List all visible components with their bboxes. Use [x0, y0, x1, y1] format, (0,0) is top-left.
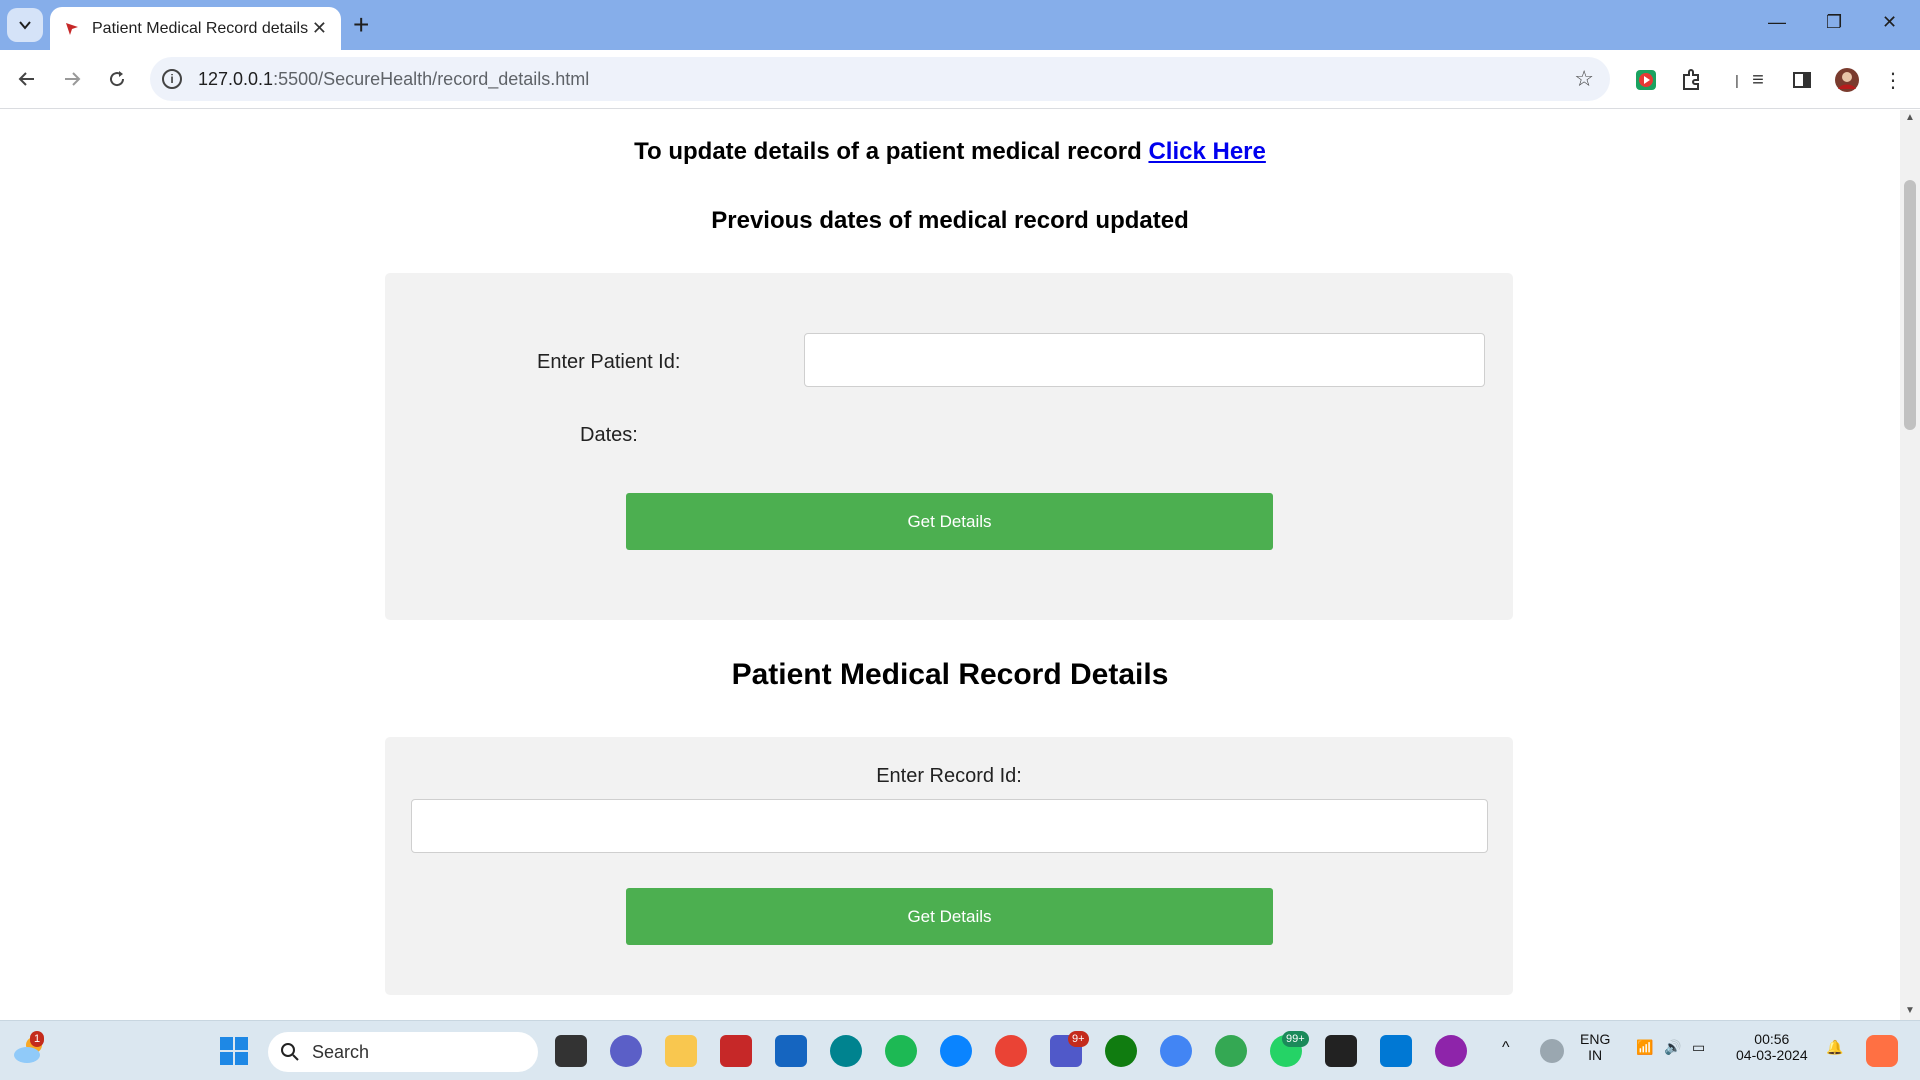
page-viewport: To update details of a patient medical r… — [0, 110, 1900, 1020]
browser-toolbar: i 127.0.0.1:5500/SecureHealth/record_det… — [0, 50, 1920, 109]
update-text: To update details of a patient medical r… — [634, 138, 1142, 165]
whatsapp-badge: 99+ — [1282, 1031, 1309, 1047]
close-tab-icon[interactable]: ✕ — [312, 18, 327, 39]
search-icon — [281, 1043, 299, 1061]
dates-label: Dates: — [580, 424, 638, 446]
record-id-input[interactable] — [411, 799, 1488, 853]
start-windows-icon[interactable] — [218, 1035, 250, 1067]
record-details-form: Enter Record Id: Get Details — [385, 737, 1513, 995]
windows-taskbar: 1 Search 9+ 99+ ^ ENG IN 📶 🔊 ▭ 00:56 04-… — [0, 1020, 1920, 1080]
record-details-heading: Patient Medical Record Details — [731, 658, 1169, 691]
patient-dates-form: Enter Patient Id: Dates: Get Details — [385, 273, 1513, 620]
show-hidden-icons[interactable]: ^ — [1502, 1039, 1510, 1057]
get-record-details-button[interactable]: Get Details — [626, 888, 1273, 945]
language-indicator[interactable]: ENG IN — [1580, 1031, 1610, 1063]
file-explorer-icon[interactable] — [665, 1035, 697, 1067]
favicon-icon — [66, 22, 78, 35]
tab-title: Patient Medical Record details — [92, 19, 309, 37]
close-window-icon[interactable]: ✕ — [1882, 12, 1897, 33]
vscode-icon[interactable] — [1380, 1035, 1412, 1067]
previous-dates-heading: Previous dates of medical record updated — [711, 207, 1189, 234]
new-tab-button[interactable]: + — [353, 10, 369, 40]
taskbar-search[interactable]: Search — [268, 1032, 538, 1072]
back-arrow-icon — [18, 72, 34, 86]
browser-tab-bar: Patient Medical Record details ✕ + — ❐ ✕ — [0, 0, 1920, 50]
github-icon[interactable] — [1435, 1035, 1467, 1067]
reload-icon — [110, 71, 125, 87]
chevron-down-icon — [19, 21, 31, 30]
task-view-icon[interactable] — [555, 1035, 587, 1067]
xbox-icon[interactable] — [1105, 1035, 1137, 1067]
scroll-down-icon[interactable]: ▼ — [1905, 1005, 1915, 1016]
scroll-thumb[interactable] — [1904, 180, 1916, 430]
patient-id-label: Enter Patient Id: — [537, 351, 681, 373]
forward-arrow-icon — [65, 72, 81, 86]
active-tab[interactable]: Patient Medical Record details ✕ — [50, 7, 341, 50]
page-scrollbar[interactable]: ▲ ▼ — [1900, 110, 1920, 1020]
update-record-line: To update details of a patient medical r… — [0, 138, 1900, 166]
tab-search-button[interactable] — [7, 8, 43, 42]
restore-icon[interactable]: ❐ — [1826, 12, 1842, 33]
chrome-icon[interactable] — [995, 1035, 1027, 1067]
profile-avatar[interactable] — [1834, 67, 1860, 93]
teams-badge: 9+ — [1068, 1031, 1089, 1047]
extensions-puzzle-icon[interactable] — [1678, 67, 1704, 93]
reload-button[interactable] — [102, 64, 132, 94]
minimize-icon[interactable]: — — [1768, 12, 1786, 33]
extension-record-icon[interactable] — [1633, 67, 1659, 93]
bookmark-star-icon[interactable]: ☆ — [1574, 66, 1594, 92]
get-dates-button[interactable]: Get Details — [626, 493, 1273, 550]
store-icon[interactable] — [775, 1035, 807, 1067]
url-text[interactable]: 127.0.0.1:5500/SecureHealth/record_detai… — [198, 69, 1574, 90]
search-label: Search — [312, 1041, 370, 1062]
notification-bell-icon[interactable]: 🔔 — [1826, 1039, 1843, 1056]
media-control-icon[interactable]: ≡ — [1745, 67, 1771, 93]
weather-badge: 1 — [30, 1031, 45, 1047]
scroll-up-icon[interactable]: ▲ — [1905, 112, 1915, 123]
back-button[interactable] — [12, 64, 42, 94]
wifi-icon[interactable]: 📶 — [1636, 1039, 1653, 1056]
spotify-icon[interactable] — [885, 1035, 917, 1067]
forward-button[interactable] — [57, 64, 87, 94]
copilot-icon[interactable] — [1866, 1035, 1898, 1067]
chat-icon[interactable] — [610, 1035, 642, 1067]
menu-kebab-icon[interactable]: ⋮ — [1880, 67, 1906, 93]
record-id-label: Enter Record Id: — [876, 765, 1022, 787]
chrome-profile-2-icon[interactable] — [1215, 1035, 1247, 1067]
edge-icon[interactable] — [940, 1035, 972, 1067]
chrome-profile-icon[interactable] — [1160, 1035, 1192, 1067]
cortana-icon[interactable] — [830, 1035, 862, 1067]
click-here-link[interactable]: Click Here — [1148, 138, 1265, 165]
address-bar[interactable]: i 127.0.0.1:5500/SecureHealth/record_det… — [150, 57, 1610, 101]
mcafee-icon[interactable] — [720, 1035, 752, 1067]
site-info-icon[interactable]: i — [162, 69, 182, 89]
clock[interactable]: 00:56 04-03-2024 — [1736, 1031, 1808, 1063]
patient-id-input[interactable] — [804, 333, 1485, 387]
volume-icon[interactable]: 🔊 — [1664, 1039, 1681, 1056]
battery-icon[interactable]: ▭ — [1692, 1039, 1705, 1056]
side-panel-icon[interactable] — [1789, 67, 1815, 93]
onedrive-icon[interactable] — [1540, 1039, 1564, 1063]
terminal-icon[interactable] — [1325, 1035, 1357, 1067]
